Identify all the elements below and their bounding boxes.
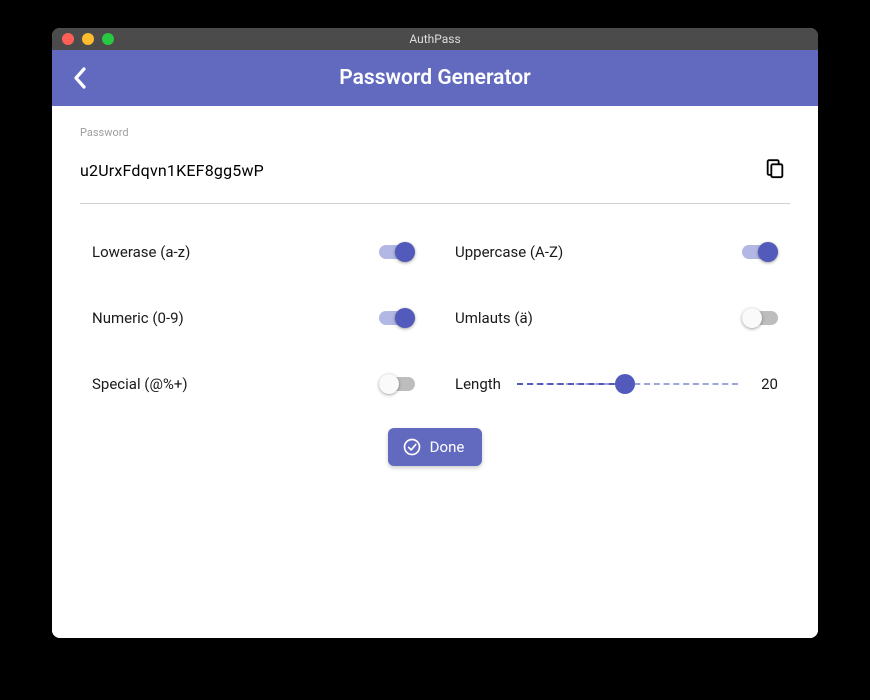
password-value[interactable]: u2UrxFdqvn1KEF8gg5wP [80, 161, 264, 180]
options-grid: Lowerase (a-z) Uppercase (A-Z) Numeric (… [80, 224, 790, 402]
done-row: Done [80, 428, 790, 466]
back-button[interactable] [52, 50, 108, 106]
window-controls [62, 33, 114, 45]
minimize-window-button[interactable] [82, 33, 94, 45]
done-label: Done [430, 438, 465, 456]
copy-icon [764, 157, 786, 179]
close-window-button[interactable] [62, 33, 74, 45]
content-area: Password u2UrxFdqvn1KEF8gg5wP Lowerase (… [52, 106, 818, 638]
option-label: Lowerase (a-z) [92, 243, 190, 261]
option-special: Special (@%+) [92, 366, 415, 402]
titlebar[interactable]: AuthPass [52, 28, 818, 50]
chevron-left-icon [73, 67, 87, 89]
page-title: Password Generator [52, 66, 818, 90]
option-label: Uppercase (A-Z) [455, 243, 563, 261]
option-label: Numeric (0-9) [92, 309, 184, 327]
option-label: Umlauts (ä) [455, 309, 533, 327]
option-umlauts: Umlauts (ä) [455, 300, 778, 336]
numeric-toggle[interactable] [379, 308, 415, 328]
password-field-label: Password [80, 126, 790, 139]
option-lowercase: Lowerase (a-z) [92, 234, 415, 270]
app-window: AuthPass Password Generator Password u2U… [52, 28, 818, 638]
lowercase-toggle[interactable] [379, 242, 415, 262]
option-numeric: Numeric (0-9) [92, 300, 415, 336]
slider-thumb[interactable] [615, 374, 635, 394]
option-uppercase: Uppercase (A-Z) [455, 234, 778, 270]
done-button[interactable]: Done [388, 428, 483, 466]
password-row: u2UrxFdqvn1KEF8gg5wP [80, 153, 790, 204]
option-length: Length 20 [455, 366, 778, 402]
length-slider[interactable] [517, 374, 738, 394]
option-label: Length [455, 375, 501, 393]
window-title: AuthPass [52, 32, 818, 46]
option-label: Special (@%+) [92, 375, 188, 393]
app-bar: Password Generator [52, 50, 818, 106]
check-circle-icon [402, 437, 422, 457]
copy-button[interactable] [760, 153, 790, 187]
special-toggle[interactable] [379, 374, 415, 394]
uppercase-toggle[interactable] [742, 242, 778, 262]
length-value: 20 [754, 375, 778, 393]
zoom-window-button[interactable] [102, 33, 114, 45]
umlauts-toggle[interactable] [742, 308, 778, 328]
